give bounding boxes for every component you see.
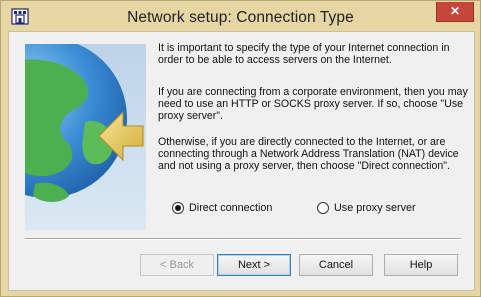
direct-connection-radio[interactable]: [172, 202, 184, 214]
help-button[interactable]: Help: [384, 254, 458, 276]
next-button[interactable]: Next >: [217, 254, 291, 276]
dialog-body: It is important to specify the type of y…: [8, 31, 475, 291]
dialog-window: Network setup: Connection Type ✕ It is i…: [0, 0, 481, 297]
cancel-button[interactable]: Cancel: [299, 254, 373, 276]
proxy-server-option[interactable]: Use proxy server: [317, 202, 416, 214]
direct-connection-label[interactable]: Direct connection: [189, 202, 272, 214]
proxy-server-label[interactable]: Use proxy server: [334, 202, 416, 214]
globe-arrow-icon: [25, 44, 144, 202]
intro-paragraph: It is important to specify the type of y…: [158, 42, 450, 66]
close-button[interactable]: ✕: [436, 2, 474, 22]
back-button[interactable]: < Back: [140, 254, 214, 276]
button-separator: [25, 238, 461, 240]
direct-paragraph: Otherwise, if you are directly connected…: [158, 136, 459, 172]
direct-connection-option[interactable]: Direct connection: [172, 202, 272, 214]
wizard-illustration: [25, 44, 146, 230]
close-icon: ✕: [449, 4, 461, 18]
window-title: Network setup: Connection Type: [127, 9, 354, 26]
proxy-server-radio[interactable]: [317, 202, 329, 214]
proxy-paragraph: If you are connecting from a corporate e…: [158, 86, 468, 122]
